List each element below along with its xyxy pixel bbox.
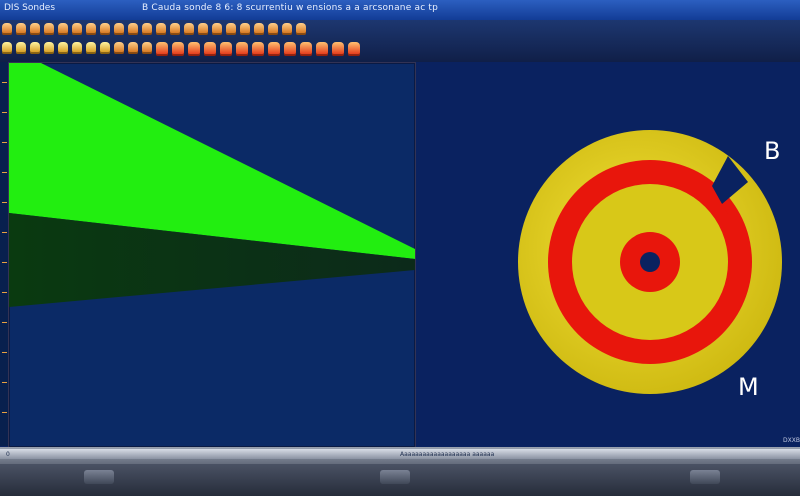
tool-icon[interactable] xyxy=(282,23,292,35)
bottom-bar xyxy=(0,464,800,496)
tool-icon[interactable] xyxy=(198,23,208,35)
horizontal-scrollbar[interactable]: 0 Aaaaaaaaaaaaaaaaaaa aaaaaa xyxy=(0,449,800,459)
tool-icon[interactable] xyxy=(188,42,200,56)
tool-icon[interactable] xyxy=(72,23,82,35)
label-b: B xyxy=(764,137,781,165)
tool-icon[interactable] xyxy=(44,42,54,54)
toolbar-row-top xyxy=(2,23,306,35)
tool-icon[interactable] xyxy=(236,42,248,56)
tool-icon[interactable] xyxy=(142,23,152,35)
tool-icon[interactable] xyxy=(58,23,68,35)
knob[interactable] xyxy=(380,470,410,484)
toolbar-row-bottom xyxy=(2,42,360,56)
window-subtitle: B Cauda sonde 8 6: 8 scurrentiu w ension… xyxy=(142,3,439,13)
toolbar xyxy=(0,20,800,63)
tool-icon[interactable] xyxy=(254,23,264,35)
tool-icon[interactable] xyxy=(316,42,328,56)
tool-icon[interactable] xyxy=(128,23,138,35)
tool-icon[interactable] xyxy=(240,23,250,35)
tool-icon[interactable] xyxy=(220,42,232,56)
label-m: M xyxy=(738,373,759,401)
tool-icon[interactable] xyxy=(204,42,216,56)
vertical-ruler xyxy=(0,62,8,446)
tool-icon[interactable] xyxy=(348,42,360,56)
tool-icon[interactable] xyxy=(156,42,168,56)
tool-icon[interactable] xyxy=(86,42,96,54)
tool-icon[interactable] xyxy=(30,42,40,54)
tool-icon[interactable] xyxy=(184,23,194,35)
status-bar: 0 Aaaaaaaaaaaaaaaaaaa aaaaaa xyxy=(0,447,800,496)
tool-icon[interactable] xyxy=(268,42,280,56)
status-center: Aaaaaaaaaaaaaaaaaaa aaaaaa xyxy=(400,451,495,458)
tool-icon[interactable] xyxy=(86,23,96,35)
tool-icon[interactable] xyxy=(16,23,26,35)
tool-icon[interactable] xyxy=(100,23,110,35)
tool-icon[interactable] xyxy=(300,42,312,56)
tool-icon[interactable] xyxy=(296,23,306,35)
tool-icon[interactable] xyxy=(128,42,138,54)
tool-icon[interactable] xyxy=(142,42,152,54)
knob[interactable] xyxy=(690,470,720,484)
tool-icon[interactable] xyxy=(252,42,264,56)
knob[interactable] xyxy=(84,470,114,484)
tool-icon[interactable] xyxy=(226,23,236,35)
left-view-panel[interactable] xyxy=(8,62,416,448)
tool-icon[interactable] xyxy=(170,23,180,35)
tool-icon[interactable] xyxy=(2,23,12,35)
tool-icon[interactable] xyxy=(72,42,82,54)
status-left: 0 xyxy=(6,451,10,458)
tool-icon[interactable] xyxy=(100,42,110,54)
tool-icon[interactable] xyxy=(172,42,184,56)
tool-icon[interactable] xyxy=(2,42,12,54)
corner-label: DXXB xyxy=(783,437,800,444)
tool-icon[interactable] xyxy=(114,42,124,54)
tool-icon[interactable] xyxy=(16,42,26,54)
tool-icon[interactable] xyxy=(58,42,68,54)
tool-icon[interactable] xyxy=(284,42,296,56)
tool-icon[interactable] xyxy=(30,23,40,35)
tool-icon[interactable] xyxy=(156,23,166,35)
tool-icon[interactable] xyxy=(44,23,54,35)
tool-icon[interactable] xyxy=(212,23,222,35)
tool-icon[interactable] xyxy=(114,23,124,35)
window-title: DIS Sondes xyxy=(4,3,56,13)
center-hole xyxy=(640,252,660,272)
wedge-graphic xyxy=(9,63,415,307)
title-bar: DIS Sondes B Cauda sonde 8 6: 8 scurrent… xyxy=(0,0,800,21)
tool-icon[interactable] xyxy=(332,42,344,56)
tool-icon[interactable] xyxy=(268,23,278,35)
